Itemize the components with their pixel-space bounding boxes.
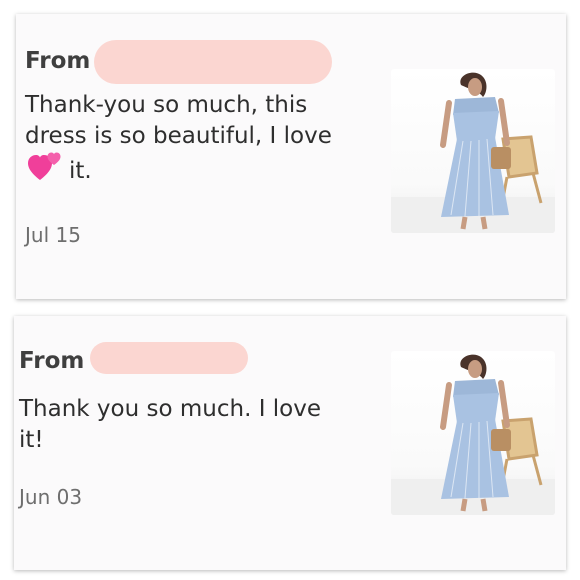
- product-thumbnail[interactable]: [391, 69, 555, 233]
- redacted-username: [94, 40, 332, 84]
- from-label: From: [25, 48, 91, 74]
- message-text-end: it.: [69, 158, 92, 184]
- review-message: Thank-you so much, this dress is so beau…: [25, 90, 365, 191]
- review-card: From Thank-you so much, this dress is so…: [16, 14, 566, 299]
- dress-photo-image: [391, 72, 555, 233]
- redacted-username: [90, 342, 248, 374]
- message-text: Thank-you so much, this dress is so beau…: [25, 92, 332, 149]
- dress-photo-image: [391, 354, 555, 515]
- review-date: Jun 03: [19, 485, 83, 509]
- review-message: Thank you so much. I love it!: [19, 394, 339, 456]
- from-label: From: [19, 348, 85, 374]
- review-card: From Thank you so much. I love it! Jun 0…: [14, 316, 566, 570]
- product-thumbnail[interactable]: [391, 351, 555, 515]
- review-date: Jul 15: [25, 223, 81, 247]
- two-hearts-icon: [27, 152, 61, 191]
- message-text: Thank you so much. I love it!: [19, 396, 322, 453]
